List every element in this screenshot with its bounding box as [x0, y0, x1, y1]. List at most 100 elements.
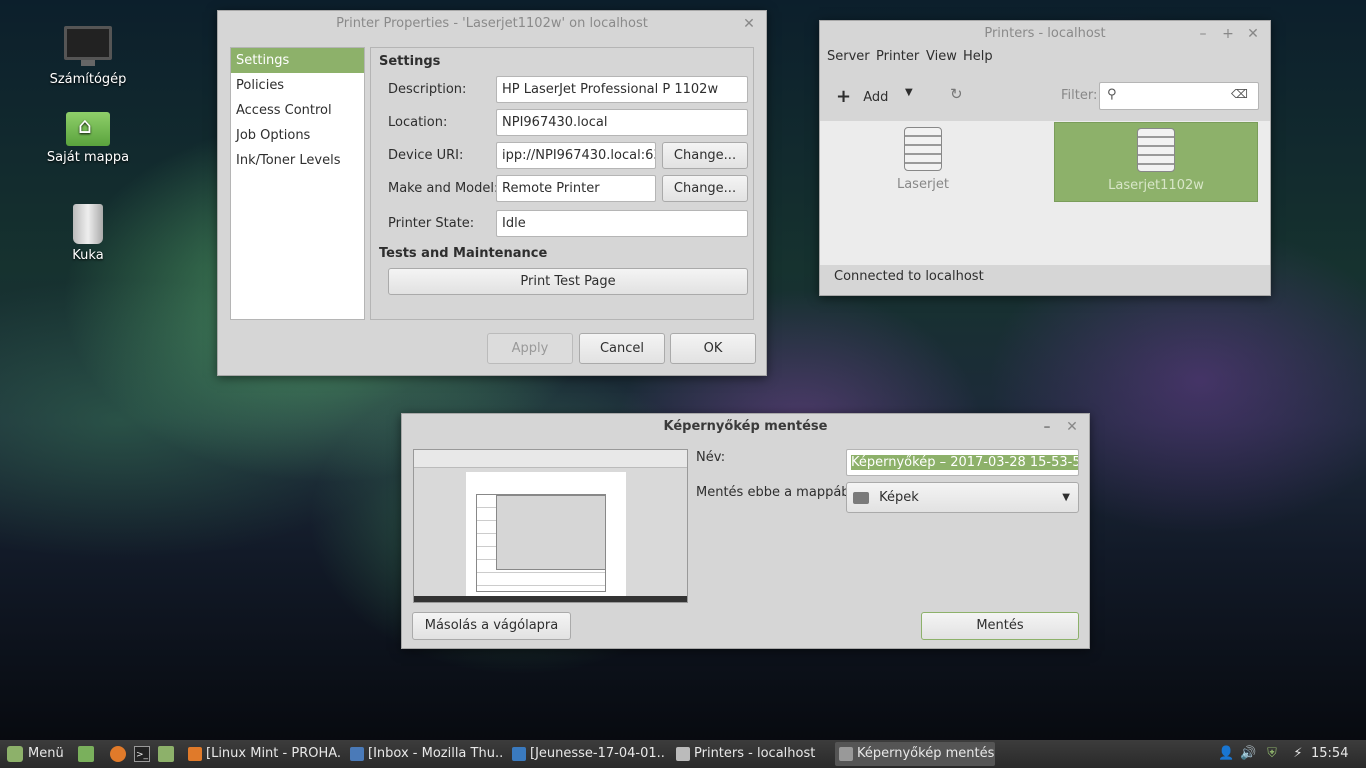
trash-icon — [73, 204, 103, 244]
terminal-icon[interactable]: >_ — [134, 746, 150, 762]
menu-help[interactable]: Help — [963, 49, 993, 64]
device-uri-label: Device URI: — [388, 148, 464, 163]
window-titlebar[interactable]: Printers - localhost – + ✕ — [820, 21, 1270, 47]
clock[interactable]: 15:54 — [1311, 746, 1348, 761]
minimize-icon[interactable]: – — [1038, 414, 1056, 440]
task-screenshot[interactable]: Képernyőkép mentése — [835, 742, 995, 766]
name-label: Név: — [696, 450, 726, 465]
volume-icon[interactable]: 🔊 — [1240, 746, 1256, 762]
chevron-down-icon: ▼ — [1062, 492, 1070, 503]
folder-value: Képek — [879, 490, 919, 505]
cancel-button[interactable]: Cancel — [579, 333, 665, 364]
document-icon — [512, 747, 526, 761]
folder-select[interactable]: Képek ▼ — [846, 482, 1079, 513]
refresh-icon[interactable]: ↻ — [950, 85, 963, 103]
search-icon: ⚲ — [1107, 87, 1117, 102]
copy-to-clipboard-button[interactable]: Másolás a vágólapra — [412, 612, 571, 640]
filter-label: Filter: — [1061, 88, 1098, 103]
close-icon[interactable]: ✕ — [1244, 21, 1262, 47]
menu-button[interactable]: Menü — [2, 742, 70, 766]
screenshot-save-dialog: Képernyőkép mentése – ✕ Név: Képernyőkép… — [401, 413, 1090, 649]
screenshot-preview — [413, 449, 688, 603]
window-title: Printers - localhost — [984, 26, 1106, 41]
show-desktop-icon[interactable] — [78, 746, 94, 762]
minimize-icon[interactable]: – — [1194, 21, 1212, 47]
menu-printer[interactable]: Printer — [876, 49, 919, 64]
computer-icon — [64, 26, 112, 66]
device-uri-field[interactable]: ipp://NPI967430.local:631/p — [496, 142, 656, 169]
tests-maintenance-title: Tests and Maintenance — [379, 246, 548, 261]
add-label: Add — [863, 90, 889, 105]
camera-icon — [839, 747, 853, 761]
thunderbird-icon — [350, 747, 364, 761]
task-label: [Jeunesse-17-04-01.... — [530, 746, 666, 761]
location-label: Location: — [388, 115, 448, 130]
taskbar: Menü >_ [Linux Mint - PROHA... [Inbox - … — [0, 740, 1366, 768]
plus-icon: + — [836, 86, 852, 107]
close-icon[interactable]: ✕ — [740, 11, 758, 37]
window-titlebar[interactable]: Képernyőkép mentése – ✕ — [402, 414, 1089, 440]
filename-value: Képernyőkép – 2017-03-28 15-53-58.png — [851, 455, 1078, 470]
preview-dialog — [496, 495, 606, 570]
add-dropdown-chevron-down-icon[interactable]: ▼ — [905, 87, 913, 98]
menu-server[interactable]: Server — [827, 49, 870, 64]
filename-input[interactable]: Képernyőkép – 2017-03-28 15-53-58.png — [846, 449, 1079, 476]
close-icon[interactable]: ✕ — [1063, 414, 1081, 440]
sidebar-item-settings[interactable]: Settings — [231, 48, 364, 73]
printer-item-laserjet1102w[interactable]: Laserjet1102w — [1054, 122, 1258, 202]
maximize-icon[interactable]: + — [1219, 21, 1237, 47]
files-icon[interactable] — [158, 746, 174, 762]
sidebar-item-policies[interactable]: Policies — [231, 73, 364, 98]
task-jeunesse[interactable]: [Jeunesse-17-04-01.... — [508, 742, 666, 766]
preview-toolbar — [414, 450, 687, 468]
folder-label: Mentés ebbe a mappába: — [696, 485, 862, 500]
task-linux-mint[interactable]: [Linux Mint - PROHA... — [184, 742, 342, 766]
user-icon[interactable]: 👤 — [1218, 746, 1234, 762]
desktop-icon-label: Saját mappa — [46, 150, 130, 165]
print-test-page-button[interactable]: Print Test Page — [388, 268, 748, 295]
sidebar-item-job-options[interactable]: Job Options — [231, 123, 364, 148]
printer-item-laserjet[interactable]: Laserjet — [858, 127, 988, 203]
make-model-change-button[interactable]: Change... — [662, 175, 748, 202]
firefox-icon — [188, 747, 202, 761]
firefox-icon[interactable] — [110, 746, 126, 762]
save-button[interactable]: Mentés — [921, 612, 1079, 640]
ok-button[interactable]: OK — [670, 333, 756, 364]
task-label: [Linux Mint - PROHA... — [206, 746, 342, 761]
device-uri-change-button[interactable]: Change... — [662, 142, 748, 169]
location-field[interactable]: NPI967430.local — [496, 109, 748, 136]
desktop-icon-label: Számítógép — [49, 72, 127, 87]
apply-button[interactable]: Apply — [487, 333, 573, 364]
task-label: Képernyőkép mentése — [857, 746, 995, 761]
preview-page — [466, 472, 626, 597]
menu-view[interactable]: View — [926, 49, 957, 64]
task-printers[interactable]: Printers - localhost — [672, 742, 830, 766]
window-titlebar[interactable]: Printer Properties - 'Laserjet1102w' on … — [218, 11, 766, 37]
shield-icon[interactable]: ⛨ — [1264, 746, 1280, 762]
section-title: Settings — [379, 54, 441, 69]
desktop-icon-computer[interactable]: Számítógép — [33, 26, 143, 87]
desktop-icon-home[interactable]: Saját mappa — [33, 112, 143, 165]
make-model-field[interactable]: Remote Printer — [496, 175, 656, 202]
printer-name: Laserjet1102w — [1108, 178, 1204, 193]
sidebar-item-access-control[interactable]: Access Control — [231, 98, 364, 123]
status-bar: Connected to localhost — [834, 269, 984, 284]
desktop-icon-trash[interactable]: Kuka — [33, 204, 143, 263]
add-button[interactable]: + Add — [836, 85, 889, 107]
sidebar-item-ink-toner[interactable]: Ink/Toner Levels — [231, 148, 364, 173]
printer-icon — [676, 747, 690, 761]
network-icon[interactable]: ⚡ — [1290, 746, 1306, 762]
printer-list: Laserjet Laserjet1102w — [820, 121, 1270, 265]
menu-label: Menü — [28, 746, 64, 761]
description-field[interactable]: HP LaserJet Professional P 1102w — [496, 76, 748, 103]
task-thunderbird[interactable]: [Inbox - Mozilla Thu... — [346, 742, 504, 766]
printer-properties-window: Printer Properties - 'Laserjet1102w' on … — [217, 10, 767, 376]
window-title: Képernyőkép mentése — [663, 419, 828, 434]
printers-window: Printers - localhost – + ✕ Server Printe… — [819, 20, 1271, 296]
clear-icon[interactable]: ⌫ — [1231, 87, 1248, 101]
desktop-icon-label: Kuka — [72, 248, 104, 263]
settings-sidebar: Settings Policies Access Control Job Opt… — [230, 47, 365, 320]
task-label: Printers - localhost — [694, 746, 816, 761]
window-title: Printer Properties - 'Laserjet1102w' on … — [336, 16, 648, 31]
description-label: Description: — [388, 82, 467, 97]
